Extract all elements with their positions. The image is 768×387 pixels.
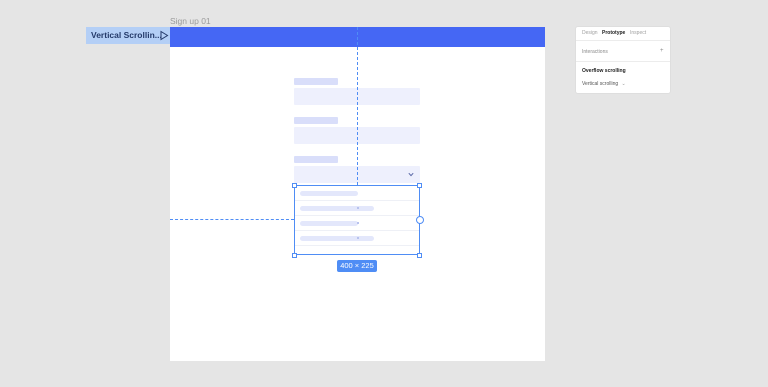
list-item-marker bbox=[357, 222, 359, 224]
play-icon[interactable] bbox=[158, 27, 170, 44]
frame-label[interactable]: Sign up 01 bbox=[170, 16, 211, 26]
center-guide-vertical bbox=[357, 27, 358, 185]
signup-frame[interactable] bbox=[170, 27, 545, 361]
selection-size-badge: 400 × 225 bbox=[337, 260, 377, 272]
overflow-select-value: Vertical scrolling bbox=[582, 81, 619, 87]
panel-tabs: Design Prototype Inspect bbox=[576, 27, 670, 41]
list-item bbox=[295, 186, 419, 201]
resize-handle-bottom-left[interactable] bbox=[292, 253, 297, 258]
list-item-placeholder bbox=[300, 236, 374, 241]
list-item bbox=[295, 201, 419, 216]
overflow-heading: Overflow scrolling bbox=[582, 68, 626, 74]
add-interaction-button[interactable]: + bbox=[660, 48, 664, 54]
selected-dropdown-list[interactable] bbox=[294, 185, 420, 255]
flow-name: Vertical Scrollin... bbox=[91, 30, 162, 40]
tab-design[interactable]: Design bbox=[582, 30, 598, 36]
list-item bbox=[295, 216, 419, 231]
center-guide-horizontal bbox=[170, 219, 294, 220]
list-item-placeholder bbox=[300, 191, 358, 196]
list-item-marker bbox=[357, 237, 359, 239]
overflow-select[interactable]: Vertical scrolling ⌄ bbox=[582, 81, 626, 87]
properties-panel: Design Prototype Inspect Interactions + … bbox=[576, 27, 670, 93]
field-label-placeholder bbox=[294, 78, 338, 85]
list-item-placeholder bbox=[300, 221, 358, 226]
field-label-placeholder bbox=[294, 117, 338, 124]
flow-starting-point[interactable]: Vertical Scrollin... bbox=[86, 27, 170, 44]
list-item-marker bbox=[357, 207, 359, 209]
resize-handle-top-right[interactable] bbox=[417, 183, 422, 188]
chevron-down-icon bbox=[408, 172, 414, 177]
list-item bbox=[295, 231, 419, 246]
field-label-placeholder bbox=[294, 156, 338, 163]
resize-handle-bottom-right[interactable] bbox=[417, 253, 422, 258]
tab-prototype[interactable]: Prototype bbox=[602, 30, 625, 36]
prototype-connection-handle[interactable] bbox=[416, 216, 424, 224]
tab-inspect[interactable]: Inspect bbox=[630, 30, 646, 36]
panel-divider bbox=[576, 61, 670, 62]
list-item-placeholder bbox=[300, 206, 374, 211]
chevron-down-icon: ⌄ bbox=[621, 81, 626, 87]
interactions-label: Interactions bbox=[582, 49, 608, 55]
resize-handle-top-left[interactable] bbox=[292, 183, 297, 188]
